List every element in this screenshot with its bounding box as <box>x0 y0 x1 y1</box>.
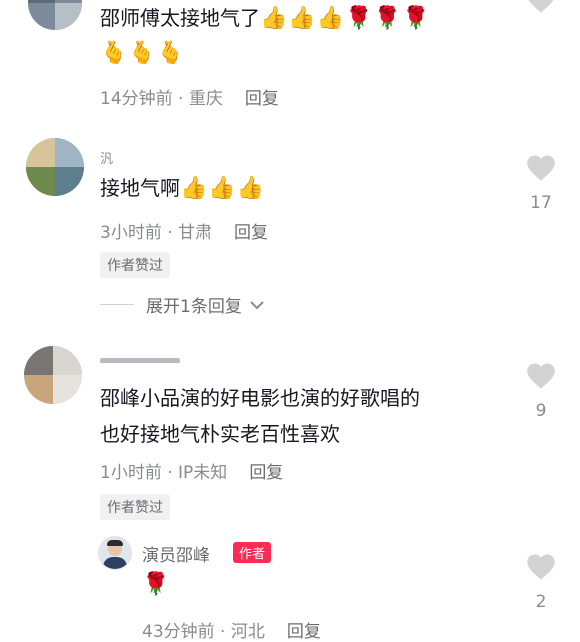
author-reply-emoji: 🌹 <box>142 572 171 597</box>
comment-3-meta: 1小时前 · IP未知 回复 <box>100 458 283 483</box>
avatar-pixel <box>53 346 82 375</box>
comment-2-username[interactable]: 汎 <box>100 148 113 167</box>
avatar-pixel <box>55 3 82 30</box>
author-reply-like-icon[interactable] <box>526 553 556 581</box>
author-reply-username[interactable]: 演员邵峰 <box>142 541 210 566</box>
avatar-pixel <box>53 375 82 404</box>
comment-3-text-line-1: 邵峰小品演的好电影也演的好歌唱的 <box>100 386 420 410</box>
avatar-hair <box>107 540 123 546</box>
author-reply-avatar[interactable] <box>98 536 132 570</box>
comment-1-emoji-line1: 👍👍👍🌹🌹🌹 <box>260 6 431 31</box>
comment-1-like-icon[interactable] <box>526 0 556 14</box>
avatar-pixel <box>26 138 55 167</box>
meta-separator: · <box>161 463 179 483</box>
comment-2-author-liked-badge: 作者赞过 <box>100 252 170 278</box>
comment-3-time: 1小时前 <box>100 463 162 483</box>
comment-2-text: 接地气啊 <box>100 176 180 200</box>
expand-replies-label: 展开1条回复 <box>146 297 242 317</box>
comment-1-reply-button[interactable]: 回复 <box>245 89 279 109</box>
meta-separator: · <box>161 223 179 243</box>
comment-2-emoji: 👍👍👍 <box>180 176 266 201</box>
expand-divider <box>100 304 134 305</box>
comment-1-text-line: 邵师傅太接地气了👍👍👍🌹🌹🌹 <box>100 2 430 35</box>
comment-3-text-line-2: 也好接地气朴实老百性喜欢 <box>100 422 340 446</box>
avatar-pixel <box>28 0 55 3</box>
comment-1-time: 14分钟前 <box>100 89 173 109</box>
comment-2-text-line: 接地气啊👍👍👍 <box>100 172 265 205</box>
comment-2-like-icon[interactable] <box>526 154 556 182</box>
comment-3-reply-button[interactable]: 回复 <box>249 463 283 483</box>
comment-2-like-count: 17 <box>530 193 552 213</box>
meta-separator: · <box>214 622 231 642</box>
avatar-pixel <box>24 375 53 404</box>
chevron-down-icon <box>250 300 264 309</box>
avatar-pixel <box>24 346 53 375</box>
comment-3-like-count: 9 <box>535 401 547 421</box>
comment-3-avatar[interactable] <box>24 346 82 404</box>
author-reply-meta: 43分钟前 · 河北 回复 <box>142 617 321 642</box>
comment-1-meta: 14分钟前 · 重庆 回复 <box>100 84 279 109</box>
comment-1-avatar[interactable] <box>28 0 82 30</box>
comment-1-location: 重庆 <box>188 89 223 109</box>
comment-3-author-liked-badge: 作者赞过 <box>100 494 170 520</box>
comment-2-meta: 3小时前 · 甘肃 回复 <box>100 218 268 243</box>
comment-2-time: 3小时前 <box>100 223 162 243</box>
meta-separator: · <box>172 89 189 109</box>
comment-2-avatar[interactable] <box>26 138 84 196</box>
comment-2-expand-replies[interactable]: 展开1条回复 <box>100 292 266 317</box>
avatar-suit <box>103 557 127 569</box>
comment-1-text: 邵师傅太接地气了 <box>100 6 260 30</box>
comment-3-location: IP未知 <box>178 463 228 483</box>
avatar-pixel <box>26 167 55 196</box>
avatar-pixel <box>55 138 84 167</box>
comment-2-reply-button[interactable]: 回复 <box>234 223 268 243</box>
comment-1-emoji-line2: 🫰🫰🫰 <box>100 41 186 66</box>
author-reply-location: 河北 <box>230 622 265 642</box>
author-tag-badge: 作者 <box>233 542 272 563</box>
author-reply-like-count: 2 <box>535 592 547 612</box>
comment-3-username-placeholder[interactable] <box>100 358 180 363</box>
author-reply-time: 43分钟前 <box>142 622 215 642</box>
comment-2-location: 甘肃 <box>178 223 213 243</box>
author-reply-reply-button[interactable]: 回复 <box>287 622 321 642</box>
comment-3-like-icon[interactable] <box>526 362 556 390</box>
avatar-pixel <box>55 167 84 196</box>
